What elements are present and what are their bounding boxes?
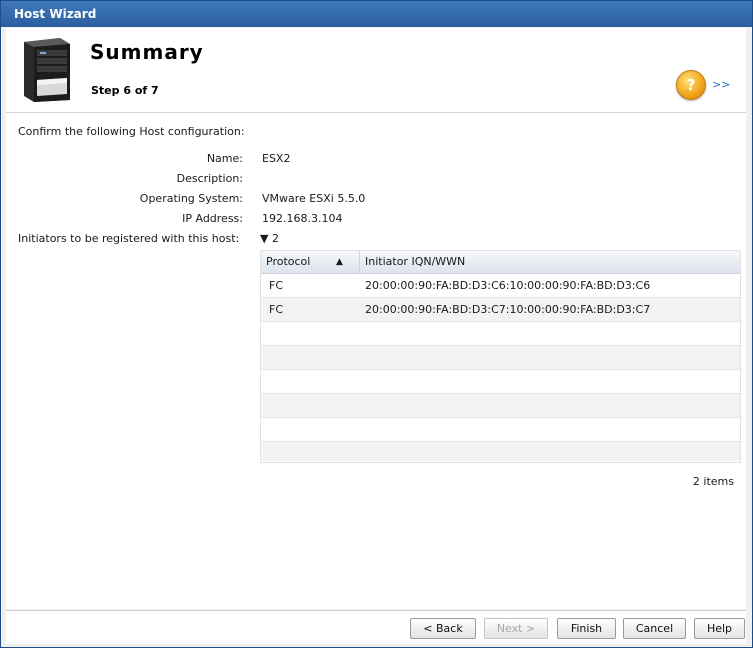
- host-wizard-window: Host Wizard Summary Step 6 of 7 ? >> Con…: [0, 0, 753, 648]
- protocol-header-label: Protocol: [266, 255, 311, 268]
- page-title: Summary: [90, 40, 204, 64]
- confirm-text: Confirm the following Host configuration…: [18, 125, 245, 138]
- help-button[interactable]: Help: [694, 618, 745, 639]
- window-titlebar[interactable]: Host Wizard: [1, 1, 752, 27]
- protocol-cell: FC: [269, 279, 284, 292]
- description-label: Description:: [176, 172, 243, 185]
- empty-row: [261, 418, 740, 442]
- next-button[interactable]: Next >: [484, 618, 548, 639]
- item-count: 2 items: [692, 475, 734, 488]
- table-row[interactable]: FC 20:00:00:90:FA:BD:D3:C7:10:00:00:90:F…: [261, 298, 740, 322]
- ip-value: 192.168.3.104: [262, 212, 343, 225]
- iqn-cell: 20:00:00:90:FA:BD:D3:C6:10:00:00:90:FA:B…: [365, 279, 651, 292]
- empty-row: [261, 442, 740, 461]
- help-icon[interactable]: ?: [676, 70, 706, 100]
- name-label: Name:: [206, 152, 243, 165]
- back-button[interactable]: < Back: [410, 618, 476, 639]
- server-tower-icon: [24, 38, 70, 102]
- step-indicator: Step 6 of 7: [91, 84, 159, 97]
- wizard-header: Summary Step 6 of 7 ? >>: [6, 28, 746, 113]
- table-row[interactable]: FC 20:00:00:90:FA:BD:D3:C6:10:00:00:90:F…: [261, 274, 740, 298]
- ip-label: IP Address:: [182, 212, 243, 225]
- empty-row: [261, 346, 740, 370]
- finish-button[interactable]: Finish: [557, 618, 616, 639]
- column-header-protocol[interactable]: Protocol: [261, 251, 360, 273]
- cancel-button[interactable]: Cancel: [623, 618, 686, 639]
- next-step-arrow[interactable]: >>: [712, 78, 730, 91]
- iqn-cell: 20:00:00:90:FA:BD:D3:C7:10:00:00:90:FA:B…: [365, 303, 651, 316]
- protocol-cell: FC: [269, 303, 284, 316]
- initiators-toggle[interactable]: ▼ 2: [260, 232, 279, 245]
- window-title: Host Wizard: [14, 7, 97, 21]
- empty-row: [261, 394, 740, 418]
- name-value: ESX2: [262, 152, 291, 165]
- sort-ascending-icon: ▲: [336, 257, 343, 267]
- column-header-iqn[interactable]: Initiator IQN/WWN: [361, 251, 465, 273]
- os-value: VMware ESXi 5.5.0: [262, 192, 366, 205]
- empty-row: [261, 322, 740, 346]
- wizard-footer: < Back Next > Finish Cancel Help: [6, 610, 746, 644]
- initiators-label: Initiators to be registered with this ho…: [18, 232, 240, 245]
- summary-panel: Confirm the following Host configuration…: [6, 113, 746, 609]
- os-label: Operating System:: [139, 192, 243, 205]
- table-header: Protocol ▲ Initiator IQN/WWN: [261, 251, 740, 274]
- initiators-table: Protocol ▲ Initiator IQN/WWN FC 20:00:00…: [260, 250, 741, 463]
- empty-row: [261, 370, 740, 394]
